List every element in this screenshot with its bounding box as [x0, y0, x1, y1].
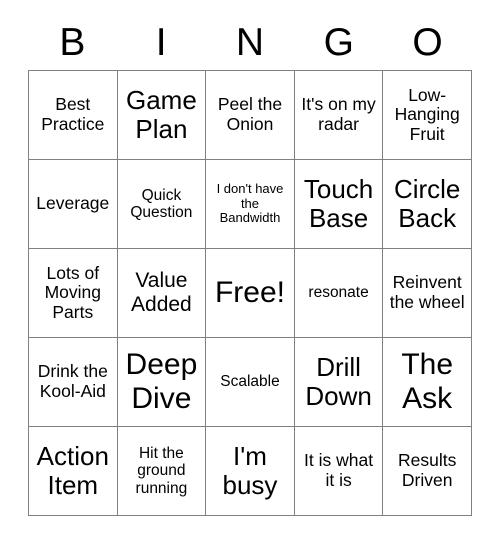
bingo-row: Action Item Hit the ground running I'm b…	[29, 427, 472, 516]
bingo-cell-label: Scalable	[220, 373, 280, 391]
bingo-cell-label: Drink the Kool-Aid	[37, 361, 108, 401]
bingo-cell-o1[interactable]: Low-Hanging Fruit	[383, 71, 472, 160]
bingo-cell-label: resonate	[308, 284, 369, 302]
bingo-cell-i3[interactable]: Value Added	[117, 249, 207, 338]
bingo-row: Lots of Moving Parts Value Added Free! r…	[29, 249, 472, 338]
bingo-cell-i5[interactable]: Hit the ground running	[117, 427, 207, 516]
bingo-cell-label: Peel the Onion	[217, 94, 283, 134]
bingo-cell-g5[interactable]: It is what it is	[294, 427, 384, 516]
bingo-header-letter-i: I	[155, 20, 167, 64]
bingo-cell-label: Results Driven	[397, 450, 457, 490]
bingo-cell-free-space[interactable]: Free!	[206, 249, 295, 338]
bingo-cell-label: Hit the ground running	[135, 444, 188, 497]
bingo-cell-label: Low-Hanging Fruit	[394, 84, 460, 144]
bingo-header-letter-b: B	[59, 20, 86, 64]
bingo-cell-label: It is what it is	[304, 450, 374, 490]
bingo-cell-o3[interactable]: Reinvent the wheel	[383, 249, 472, 338]
bingo-cell-g4[interactable]: Drill Down	[294, 338, 384, 427]
bingo-cell-b3[interactable]: Lots of Moving Parts	[29, 249, 118, 338]
bingo-cell-b1[interactable]: Best Practice	[29, 71, 118, 160]
bingo-cell-b5[interactable]: Action Item	[29, 427, 118, 516]
bingo-cell-label: Touch Base	[303, 173, 374, 233]
bingo-header-letter-n: N	[235, 20, 265, 64]
bingo-cell-label: Circle Back	[393, 173, 461, 233]
bingo-cell-label: Value Added	[131, 269, 192, 316]
bingo-cell-label: Game Plan	[125, 84, 197, 144]
bingo-cell-label: Quick Question	[130, 186, 193, 221]
bingo-cell-o5[interactable]: Results Driven	[383, 427, 472, 516]
bingo-cell-label: I'm busy	[222, 440, 278, 500]
bingo-cell-label: The Ask	[401, 348, 454, 415]
bingo-row: Best Practice Game Plan Peel the Onion I…	[29, 71, 472, 160]
bingo-cell-label: Action Item	[36, 440, 109, 500]
bingo-row: Drink the Kool-Aid Deep Dive Scalable Dr…	[29, 338, 472, 427]
bingo-card: B I N G O Best Practice Game Plan Peel t…	[28, 14, 472, 516]
bingo-row: Leverage Quick Question I don't have the…	[29, 160, 472, 249]
bingo-cell-g2[interactable]: Touch Base	[294, 160, 384, 249]
bingo-cell-b2[interactable]: Leverage	[29, 160, 118, 249]
bingo-cell-g3[interactable]: resonate	[294, 249, 384, 338]
bingo-header-letter-o: O	[412, 20, 443, 64]
bingo-cell-n4[interactable]: Scalable	[206, 338, 295, 427]
bingo-cell-label: Drill Down	[305, 351, 372, 411]
bingo-cell-i1[interactable]: Game Plan	[117, 71, 207, 160]
bingo-cell-label: Reinvent the wheel	[389, 272, 465, 312]
bingo-cell-n2[interactable]: I don't have the Bandwidth	[206, 160, 295, 249]
bingo-cell-i4[interactable]: Deep Dive	[117, 338, 207, 427]
bingo-grid: Best Practice Game Plan Peel the Onion I…	[28, 70, 472, 516]
bingo-cell-label: It's on my radar	[301, 94, 376, 134]
bingo-cell-g1[interactable]: It's on my radar	[294, 71, 384, 160]
bingo-cell-label: Lots of Moving Parts	[44, 262, 101, 322]
bingo-cell-label: Best Practice	[41, 94, 105, 134]
bingo-header-letter-g: G	[323, 20, 354, 64]
bingo-cell-label: Free!	[214, 276, 285, 310]
bingo-header-row: B I N G O	[28, 14, 472, 70]
bingo-cell-i2[interactable]: Quick Question	[117, 160, 207, 249]
bingo-cell-label: Deep Dive	[125, 348, 198, 415]
bingo-cell-o4[interactable]: The Ask	[383, 338, 472, 427]
bingo-cell-label: I don't have the Bandwidth	[216, 181, 284, 226]
bingo-cell-n5[interactable]: I'm busy	[206, 427, 295, 516]
bingo-cell-n1[interactable]: Peel the Onion	[206, 71, 295, 160]
bingo-cell-label: Leverage	[36, 193, 110, 214]
bingo-cell-o2[interactable]: Circle Back	[383, 160, 472, 249]
bingo-cell-b4[interactable]: Drink the Kool-Aid	[29, 338, 118, 427]
